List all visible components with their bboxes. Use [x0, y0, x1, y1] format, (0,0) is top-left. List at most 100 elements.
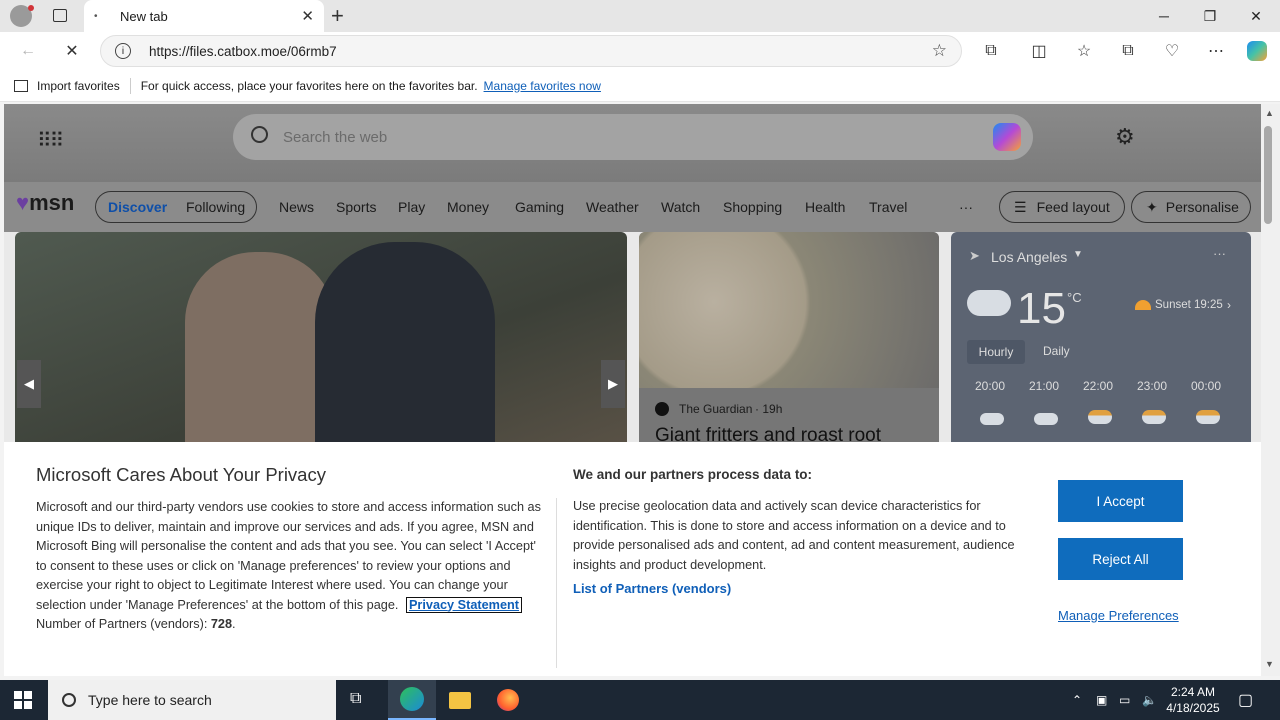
new-tab-button[interactable]: + — [331, 3, 344, 29]
nav-following[interactable]: Following — [186, 199, 245, 215]
favorite-star-icon[interactable]: ☆ — [932, 41, 947, 61]
right-title: We and our partners process data to: — [573, 467, 813, 482]
manage-preferences-link[interactable]: Manage Preferences — [1058, 608, 1179, 623]
favbar-hint: For quick access, place your favorites h… — [140, 78, 478, 93]
edge-taskbar-icon[interactable] — [388, 680, 436, 720]
manage-favorites-link[interactable]: Manage favorites now — [484, 79, 601, 93]
reject-all-button[interactable]: Reject All — [1058, 538, 1183, 580]
scroll-up-icon[interactable]: ▲ — [1265, 108, 1274, 118]
copilot-search-icon[interactable] — [993, 123, 1021, 151]
feed-layout-button[interactable]: ☰ Feed layout — [999, 191, 1125, 223]
firefox-icon[interactable] — [497, 689, 519, 711]
nav-sports[interactable]: Sports — [336, 199, 376, 215]
carousel-next-icon[interactable]: ▶ — [601, 360, 625, 408]
import-favorites-icon[interactable] — [14, 79, 28, 92]
cloud-icon — [967, 290, 1011, 316]
tab-hourly[interactable]: Hourly — [967, 340, 1025, 364]
partners-period: . — [232, 617, 236, 631]
copilot-icon[interactable] — [1243, 38, 1271, 64]
privacy-body-text: Microsoft and our third-party vendors us… — [36, 500, 541, 612]
sunset-chevron-icon[interactable]: › — [1227, 298, 1231, 312]
network-icon[interactable]: ▭ — [1119, 680, 1130, 720]
url-text[interactable]: https://files.catbox.moe/06rmb7 — [149, 44, 932, 59]
nav-travel[interactable]: Travel — [869, 199, 907, 215]
search-icon — [251, 126, 268, 143]
msn-logo[interactable]: ♥msn — [16, 190, 74, 216]
location-chevron-icon[interactable]: ▼ — [1073, 249, 1083, 260]
performance-icon[interactable]: ♡ — [1158, 38, 1186, 64]
restore-icon[interactable]: ❐ — [1187, 0, 1233, 32]
file-explorer-icon[interactable] — [449, 692, 471, 709]
accept-button[interactable]: I Accept — [1058, 480, 1183, 522]
split-screen-icon[interactable]: ◫ — [1025, 38, 1053, 64]
settings-icon[interactable]: ⚙ — [1115, 124, 1135, 150]
notification-dot — [28, 5, 34, 11]
more-menu-icon[interactable]: ⋯ — [1202, 38, 1230, 64]
weather-more-icon[interactable]: ··· — [1213, 246, 1226, 261]
hero-carousel[interactable]: ◀ ▶ — [15, 232, 627, 452]
clock[interactable]: 2:24 AM 4/18/2025 — [1166, 680, 1220, 720]
close-window-icon[interactable]: ✕ — [1233, 0, 1279, 32]
extensions-icon[interactable]: ⧉ — [977, 38, 1005, 64]
volume-icon[interactable]: 🔈 — [1142, 680, 1157, 720]
hourly-cloud-icon-0 — [980, 413, 1004, 425]
tab-title: New tab — [120, 8, 168, 24]
nav-more-icon[interactable]: ··· — [959, 199, 973, 215]
msn-logo-text: msn — [29, 190, 75, 215]
sunset-icon — [1135, 300, 1151, 310]
collections-icon[interactable]: ⧉ — [1114, 38, 1142, 64]
carousel-prev-icon[interactable]: ◀ — [17, 360, 41, 408]
article-card[interactable]: The Guardian · 19h Giant fritters and ro… — [639, 232, 939, 452]
personalise-button[interactable]: ✦ Personalise — [1131, 191, 1251, 223]
address-bar[interactable]: i https://files.catbox.moe/06rmb7 ☆ — [100, 35, 962, 67]
close-tab-icon[interactable]: ✕ — [301, 7, 314, 25]
personalise-label: Personalise — [1165, 199, 1239, 215]
tab-daily[interactable]: Daily — [1043, 344, 1070, 358]
article-age: · 19h — [755, 402, 783, 416]
notification-center-icon[interactable]: ▢ — [1238, 680, 1253, 720]
windows-start-icon[interactable] — [14, 691, 32, 709]
scroll-thumb[interactable] — [1264, 126, 1272, 224]
partners-count: 728 — [210, 617, 233, 631]
web-search-box[interactable]: Search the web — [233, 114, 1033, 160]
nav-money[interactable]: Money — [447, 199, 489, 215]
page-scrollbar[interactable]: ▲ ▼ — [1261, 104, 1280, 676]
hourly-2: 22:00 — [1083, 379, 1114, 393]
personalise-icon: ✦ — [1146, 198, 1158, 215]
browser-toolbar: ← ✕ i https://files.catbox.moe/06rmb7 ☆ … — [0, 32, 1280, 70]
nav-news[interactable]: News — [279, 199, 314, 215]
task-view-icon[interactable]: ⧉ — [350, 690, 361, 708]
scroll-down-icon[interactable]: ▼ — [1265, 659, 1274, 669]
taskbar-search-icon — [62, 693, 76, 707]
nav-gaming[interactable]: Gaming — [515, 199, 564, 215]
taskbar-search[interactable]: Type here to search — [48, 680, 336, 720]
nav-health[interactable]: Health — [805, 199, 845, 215]
minimize-icon[interactable]: ─ — [1141, 0, 1187, 32]
weather-card[interactable]: ➤ Los Angeles ▼ ··· 15 °C Sunset 19:25 ›… — [951, 232, 1251, 452]
tab-actions-icon[interactable] — [53, 9, 67, 22]
weather-location[interactable]: Los Angeles — [991, 249, 1067, 265]
vendors-link[interactable]: List of Partners (vendors) — [573, 581, 731, 596]
apps-grid-icon[interactable]: ⠿⠿ — [37, 128, 64, 153]
weather-unit[interactable]: °C — [1067, 290, 1082, 305]
sunset-text: Sunset 19:25 — [1155, 299, 1223, 311]
nav-play[interactable]: Play — [398, 199, 425, 215]
import-favorites-button[interactable]: Import favorites — [37, 79, 120, 93]
feed-layout-icon: ☰ — [1014, 198, 1027, 215]
nav-discover[interactable]: Discover — [108, 199, 167, 215]
hourly-1: 21:00 — [1029, 379, 1060, 393]
nav-weather[interactable]: Weather — [586, 199, 639, 215]
nav-watch[interactable]: Watch — [661, 199, 700, 215]
tab-new-tab[interactable]: • New tab ✕ — [84, 0, 324, 32]
nav-shopping[interactable]: Shopping — [723, 199, 782, 215]
couple-image — [185, 252, 335, 452]
info-icon[interactable]: i — [115, 43, 131, 59]
favorites-icon[interactable]: ☆ — [1070, 38, 1098, 64]
stop-loading-icon[interactable]: ✕ — [58, 38, 86, 64]
tray-chevron-icon[interactable]: ⌃ — [1072, 680, 1082, 720]
weather-temp: 15 — [1017, 284, 1066, 333]
back-icon[interactable]: ← — [14, 38, 42, 64]
favorites-bar: Import favorites For quick access, place… — [0, 70, 1280, 102]
tray-device-icon[interactable]: ▣ — [1096, 680, 1107, 720]
privacy-statement-link[interactable]: Privacy Statement — [405, 596, 522, 613]
